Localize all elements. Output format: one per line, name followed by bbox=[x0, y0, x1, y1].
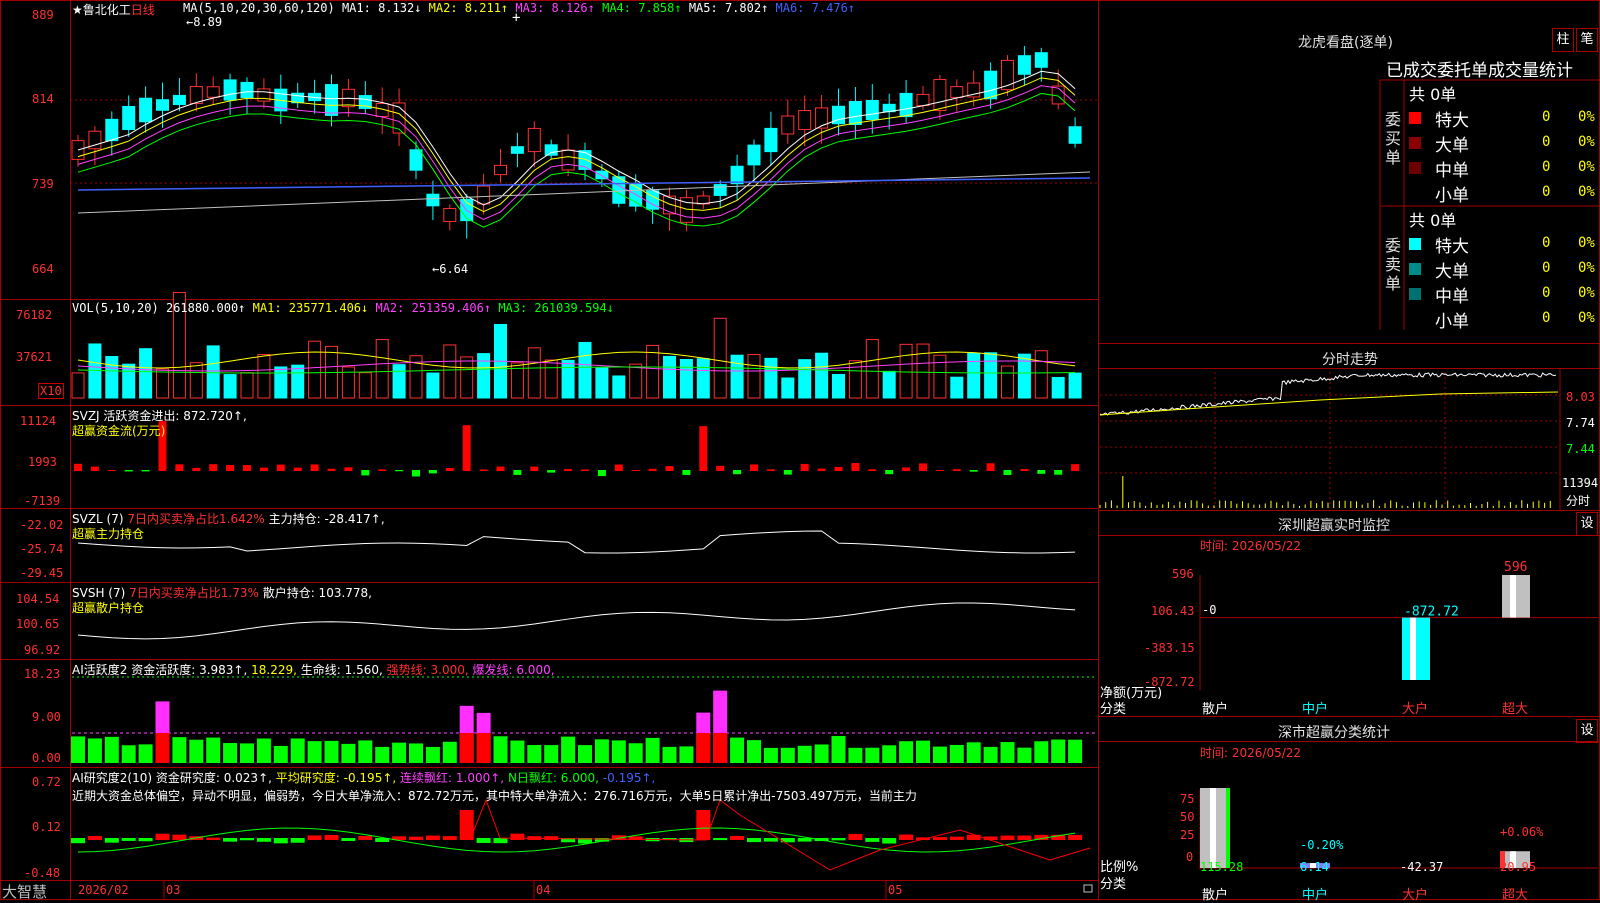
sz-stats-change-mid: -0.20% bbox=[1300, 838, 1344, 852]
sz-stats-axis-50: 50 bbox=[1180, 810, 1195, 824]
sz-stats-cat-label: 分类 bbox=[1100, 877, 1127, 892]
sz-stats-axis-0: 0 bbox=[1186, 850, 1194, 864]
sz-stats-axis-25: 25 bbox=[1180, 828, 1195, 842]
sz-stats-cat-super: 超大 bbox=[1502, 888, 1529, 903]
sz-stats-value-large: -42.37 bbox=[1400, 860, 1444, 874]
sz-stats-value-retail: 115.28 bbox=[1200, 860, 1244, 874]
sz-stats-axis-75: 75 bbox=[1180, 792, 1195, 806]
sz-stats-cat-retail: 散户 bbox=[1202, 888, 1229, 903]
sz-stats-chart[interactable] bbox=[0, 0, 1600, 900]
sz-stats-value-mid: 6.14 bbox=[1300, 860, 1329, 874]
sz-stats-bar-edge bbox=[1226, 788, 1230, 868]
sz-stats-value-super: 20.95 bbox=[1500, 860, 1537, 874]
sz-stats-bar-highlight bbox=[1210, 788, 1216, 868]
sz-stats-cat-mid: 中户 bbox=[1302, 888, 1329, 903]
sz-stats-cat-large: 大户 bbox=[1402, 888, 1429, 903]
sz-stats-change-super: +0.06% bbox=[1500, 825, 1544, 839]
